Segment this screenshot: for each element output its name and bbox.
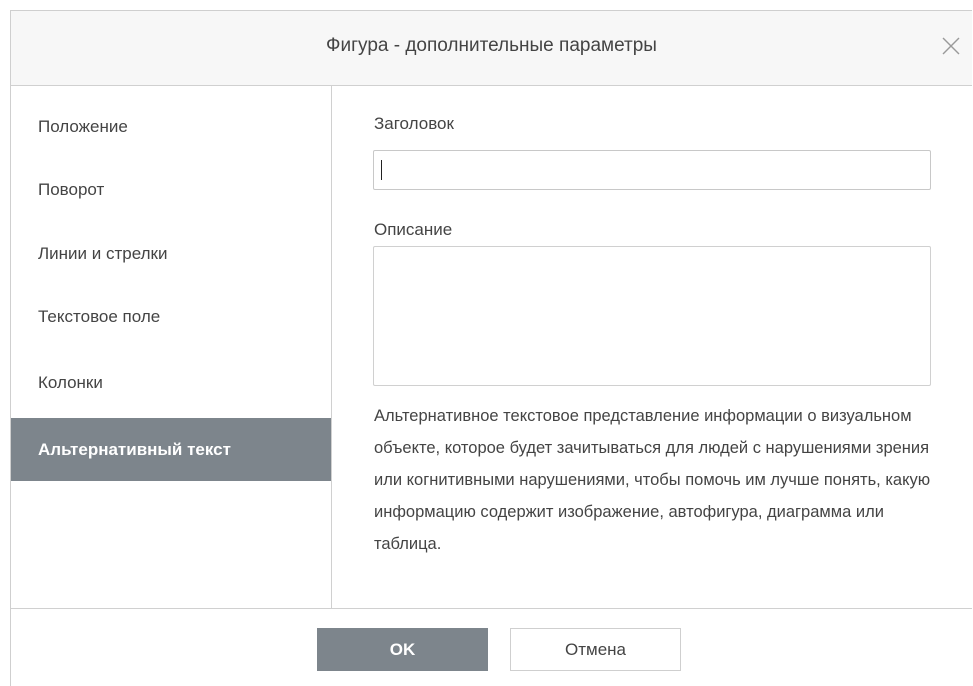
sidebar-item-label: Положение — [38, 116, 128, 136]
title-label: Заголовок — [374, 114, 454, 133]
dialog-footer: OK Отмена — [11, 608, 972, 686]
sidebar-item-rotation[interactable]: Поворот — [11, 158, 331, 221]
alt-text-panel: Заголовок Описание Альтернативное тексто… — [332, 86, 972, 608]
settings-sidebar: Положение Поворот Линии и стрелки Тексто… — [11, 86, 332, 608]
cancel-button[interactable]: Отмена — [510, 628, 681, 671]
title-input[interactable] — [373, 150, 931, 190]
sidebar-item-label: Линии и стрелки — [38, 243, 168, 263]
sidebar-item-label: Текстовое поле — [38, 306, 161, 326]
ok-button[interactable]: OK — [317, 628, 488, 671]
close-icon — [942, 37, 960, 55]
description-textarea[interactable] — [373, 246, 931, 386]
sidebar-item-lines-arrows[interactable]: Линии и стрелки — [11, 222, 331, 285]
sidebar-item-position[interactable]: Положение — [11, 95, 331, 158]
advanced-settings-dialog: Фигура - дополнительные параметры Положе… — [10, 10, 972, 686]
description-label: Описание — [374, 220, 453, 239]
close-button[interactable] — [938, 33, 964, 59]
sidebar-item-text-box[interactable]: Текстовое поле — [11, 285, 331, 348]
text-caret — [381, 160, 382, 180]
dialog-title: Фигура - дополнительные параметры — [326, 35, 657, 56]
sidebar-item-columns[interactable]: Колонки — [11, 351, 331, 414]
sidebar-item-alt-text[interactable]: Альтернативный текст — [11, 418, 331, 481]
alt-text-help: Альтернативное текстовое представление и… — [374, 407, 931, 553]
sidebar-item-label: Альтернативный текст — [38, 439, 231, 459]
dialog-header: Фигура - дополнительные параметры — [11, 11, 972, 86]
sidebar-item-label: Поворот — [38, 179, 105, 199]
sidebar-item-label: Колонки — [38, 372, 103, 392]
